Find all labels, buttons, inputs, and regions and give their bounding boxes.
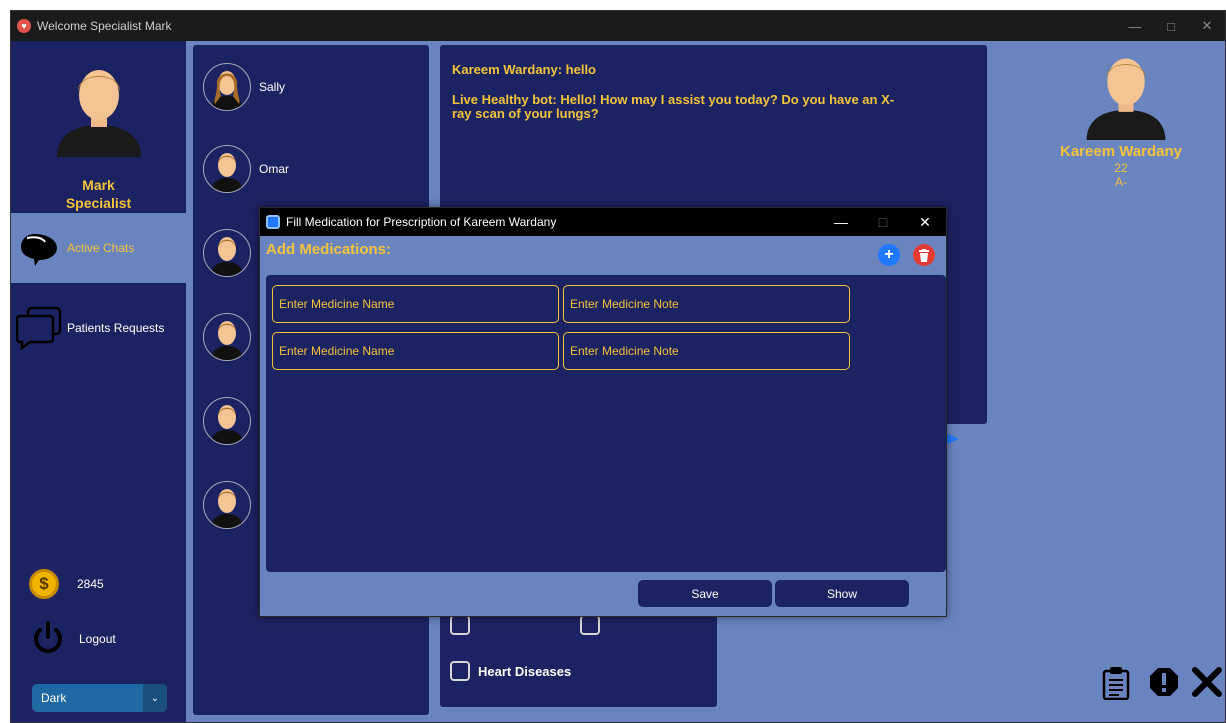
medicine-name-input[interactable] bbox=[272, 285, 559, 323]
minimize-button[interactable]: — bbox=[1117, 11, 1153, 41]
maximize-button[interactable]: □ bbox=[1153, 11, 1189, 41]
dialog-title: Fill Medication for Prescription of Kare… bbox=[286, 215, 557, 229]
chevron-down-icon[interactable]: ⌄ bbox=[143, 684, 167, 712]
contact-avatar bbox=[203, 313, 251, 361]
contact-item[interactable] bbox=[203, 397, 259, 445]
dialog-app-icon bbox=[266, 215, 280, 229]
chat-bubbles-icon bbox=[11, 228, 67, 268]
theme-select[interactable]: Dark ⌄ bbox=[32, 684, 167, 712]
add-medications-heading: Add Medications: bbox=[266, 241, 392, 258]
profile-card: Mark Specialist bbox=[11, 41, 186, 213]
chat-message: Live Healthy bot: Hello! How may I assis… bbox=[452, 92, 895, 121]
disease-checkbox[interactable] bbox=[580, 615, 600, 635]
plus-icon: + bbox=[884, 246, 894, 263]
dialog-titlebar: Fill Medication for Prescription of Kare… bbox=[260, 208, 946, 236]
contact-item[interactable] bbox=[203, 481, 259, 529]
contact-avatar bbox=[203, 481, 251, 529]
warning-icon[interactable] bbox=[1148, 666, 1180, 698]
power-icon bbox=[34, 621, 62, 653]
profile-role: Specialist bbox=[65, 195, 132, 211]
disease-checkbox[interactable] bbox=[450, 615, 470, 635]
theme-select-value: Dark bbox=[41, 691, 67, 705]
dialog-close-button[interactable]: ✕ bbox=[904, 208, 946, 236]
coin-count: 2845 bbox=[77, 577, 104, 591]
patient-age: 22 bbox=[1114, 161, 1128, 175]
contact-item[interactable]: Sally bbox=[203, 63, 285, 111]
close-window-button[interactable]: ✕ bbox=[1189, 11, 1225, 41]
delete-medication-button[interactable] bbox=[913, 244, 935, 266]
medicine-name-input[interactable] bbox=[272, 332, 559, 370]
doctor-avatar bbox=[57, 70, 141, 157]
patient-name: Kareem Wardany bbox=[1060, 143, 1182, 160]
nav-active-chats-label: Active Chats bbox=[67, 241, 135, 255]
contact-avatar bbox=[203, 63, 251, 111]
profile-name: Mark bbox=[82, 177, 115, 193]
contact-name: Sally bbox=[259, 80, 286, 94]
dialog-minimize-button[interactable]: — bbox=[820, 208, 862, 236]
heart-diseases-checkbox[interactable] bbox=[450, 661, 470, 681]
patient-blood-type: A- bbox=[1115, 175, 1127, 189]
contact-avatar bbox=[203, 397, 251, 445]
chat-message: Kareem Wardany: hello bbox=[452, 62, 597, 77]
clipboard-icon[interactable] bbox=[1101, 666, 1131, 700]
contact-name: Omar bbox=[259, 162, 289, 176]
contact-item[interactable]: Omar bbox=[203, 145, 289, 193]
contact-item[interactable] bbox=[203, 229, 259, 277]
disease-panel: Heart Diseases bbox=[440, 607, 717, 707]
requests-icon bbox=[11, 306, 67, 350]
contact-item[interactable] bbox=[203, 313, 259, 361]
dollar-coin-icon: $ bbox=[29, 569, 59, 599]
close-icon[interactable] bbox=[1191, 666, 1223, 698]
dialog-maximize-button[interactable]: □ bbox=[862, 208, 904, 236]
patient-avatar bbox=[1086, 58, 1166, 140]
medications-list bbox=[266, 275, 946, 572]
nav-patients-requests-label: Patients Requests bbox=[67, 321, 165, 335]
app-logo-icon: ♥ bbox=[17, 19, 31, 33]
medicine-note-input[interactable] bbox=[563, 285, 850, 323]
sidebar: Mark Specialist Active Chats Patients Re… bbox=[11, 41, 186, 722]
contact-avatar bbox=[203, 145, 251, 193]
medication-dialog: Fill Medication for Prescription of Kare… bbox=[259, 207, 947, 617]
logout-label: Logout bbox=[79, 632, 116, 646]
contact-avatar bbox=[203, 229, 251, 277]
heart-diseases-label: Heart Diseases bbox=[478, 664, 572, 679]
trash-icon bbox=[919, 248, 929, 262]
add-medication-button[interactable]: + bbox=[878, 244, 900, 266]
coin-balance: $ 2845 bbox=[29, 569, 104, 599]
show-button[interactable]: Show bbox=[775, 580, 909, 607]
logout-button[interactable]: Logout bbox=[31, 621, 116, 657]
save-button[interactable]: Save bbox=[638, 580, 772, 607]
nav-active-chats[interactable]: Active Chats bbox=[11, 213, 186, 283]
nav-patients-requests[interactable]: Patients Requests bbox=[11, 293, 186, 363]
window-title: Welcome Specialist Mark bbox=[37, 19, 172, 33]
window-titlebar: ♥ Welcome Specialist Mark — □ ✕ bbox=[11, 11, 1225, 41]
medicine-note-input[interactable] bbox=[563, 332, 850, 370]
